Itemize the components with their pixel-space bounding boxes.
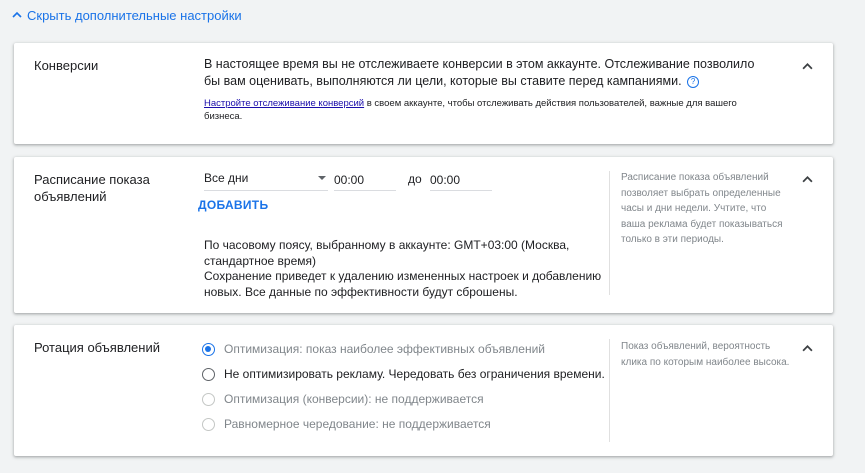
- reset-warning-text: Сохранение приведет к удалению измененны…: [204, 269, 602, 299]
- rotation-option-label: Равномерное чередование: не поддерживает…: [224, 417, 491, 431]
- ad-schedule-title-line1: Расписание показа: [34, 172, 150, 187]
- chevron-up-icon: [801, 341, 813, 359]
- timezone-text: По часовому поясу, выбранному в аккаунте…: [204, 238, 570, 268]
- rotation-option-label: Не оптимизировать рекламу. Чередовать бе…: [224, 367, 605, 381]
- divider: [609, 339, 610, 442]
- ad-schedule-title: Расписание показа объявлений: [34, 171, 150, 205]
- conversions-title: Конверсии: [34, 58, 99, 73]
- help-icon[interactable]: ?: [687, 76, 700, 88]
- rotation-help-text: Показ объявлений, вероятность клика по к…: [621, 341, 790, 368]
- dropdown-arrow-icon: [318, 176, 326, 180]
- days-select[interactable]: Все дни: [204, 170, 328, 191]
- rotation-option-label: Оптимизация: показ наиболее эффективных …: [224, 342, 545, 356]
- chevron-up-icon: [801, 172, 813, 190]
- conversions-text: В настоящее время вы не отслеживаете кон…: [204, 57, 755, 88]
- rotation-option-optimize[interactable]: Оптимизация: показ наиболее эффективных …: [202, 342, 545, 356]
- ad-rotation-card: Ротация объявлений Оптимизация: показ на…: [14, 325, 833, 456]
- setup-conversion-tracking-link[interactable]: Настройте отслеживание конверсий: [204, 98, 364, 109]
- radio-disabled-icon: [202, 417, 215, 431]
- divider: [609, 171, 610, 295]
- schedule-info: По часовому поясу, выбранному в аккаунте…: [204, 238, 604, 300]
- collapse-conversions-button[interactable]: [799, 60, 815, 76]
- rotation-option-rotate-evenly: Равномерное чередование: не поддерживает…: [202, 417, 491, 431]
- add-schedule-button[interactable]: ДОБАВИТЬ: [198, 198, 268, 212]
- radio-selected-icon[interactable]: [202, 342, 215, 356]
- conversions-card: Конверсии В настоящее время вы не отслеж…: [14, 43, 833, 144]
- radio-disabled-icon: [202, 392, 215, 406]
- hide-advanced-settings-link[interactable]: Скрыть дополнительные настройки: [12, 8, 242, 23]
- to-label: до: [408, 172, 422, 186]
- ad-schedule-card: Расписание показа объявлений Все дни до …: [14, 157, 833, 313]
- start-time-input[interactable]: [334, 170, 396, 191]
- ad-schedule-title-line2: объявлений: [34, 189, 107, 204]
- ad-rotation-title: Ротация объявлений: [34, 340, 160, 355]
- collapse-schedule-button[interactable]: [799, 173, 815, 189]
- conversions-note: Настройте отслеживание конверсий в своем…: [204, 97, 774, 123]
- rotation-option-optimize-conversions: Оптимизация (конверсии): не поддерживает…: [202, 392, 484, 406]
- collapse-rotation-button[interactable]: [799, 342, 815, 358]
- hide-advanced-settings-label: Скрыть дополнительные настройки: [27, 8, 242, 23]
- conversions-description: В настоящее время вы не отслеживаете кон…: [204, 56, 774, 90]
- rotation-option-rotate-indefinitely[interactable]: Не оптимизировать рекламу. Чередовать бе…: [202, 367, 605, 381]
- chevron-up-icon: [801, 59, 813, 77]
- schedule-help-text: Расписание показа объявлений позволяет в…: [621, 172, 783, 246]
- days-select-value: Все дни: [204, 171, 249, 185]
- chevron-up-icon: [12, 8, 22, 23]
- rotation-option-label: Оптимизация (конверсии): не поддерживает…: [224, 392, 484, 406]
- radio-unselected-icon[interactable]: [202, 367, 215, 381]
- end-time-input[interactable]: [430, 170, 492, 191]
